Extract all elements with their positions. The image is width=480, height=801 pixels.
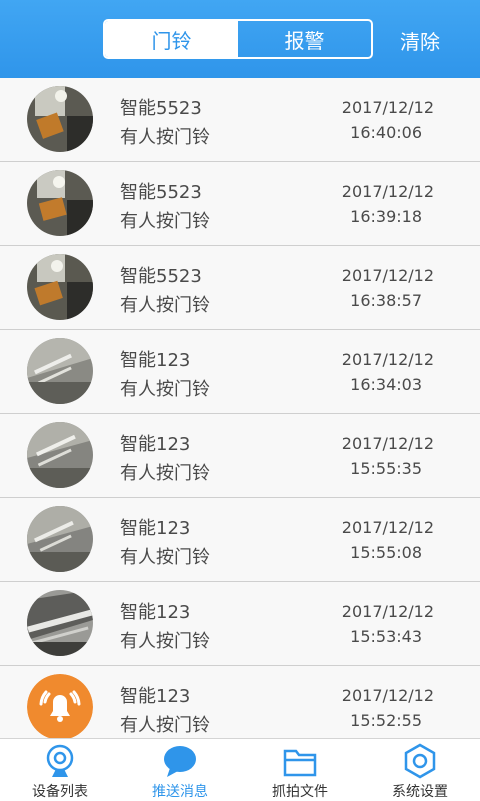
message-text: 有人按门铃: [120, 127, 210, 148]
tab-switcher: 门铃 报警: [103, 19, 373, 59]
message-time: 16:39:18: [350, 207, 422, 226]
message-row[interactable]: 智能123 有人按门铃 2017/12/12 15:55:35: [0, 414, 480, 498]
device-name: 智能123: [120, 686, 191, 707]
message-text: 有人按门铃: [120, 547, 210, 568]
nav-label: 推送消息: [152, 784, 208, 800]
device-name: 智能123: [120, 518, 191, 539]
message-date: 2017/12/12: [341, 350, 434, 369]
nav-device-list[interactable]: 设备列表: [0, 739, 120, 801]
message-text: 有人按门铃: [120, 295, 210, 316]
message-date: 2017/12/12: [341, 98, 434, 117]
device-name: 智能5523: [120, 266, 202, 287]
message-row[interactable]: 智能123 有人按门铃 2017/12/12 16:34:03: [0, 330, 480, 414]
message-time: 15:55:08: [350, 543, 422, 562]
message-text: 有人按门铃: [120, 631, 210, 652]
nav-label: 系统设置: [392, 784, 448, 800]
bottom-nav: 设备列表 推送消息 抓拍文件 系统设置: [0, 738, 480, 801]
message-time: 15:53:43: [350, 627, 422, 646]
message-row[interactable]: 智能123 有人按门铃 2017/12/12 15:55:08: [0, 498, 480, 582]
message-date: 2017/12/12: [341, 518, 434, 537]
message-row[interactable]: 智能5523 有人按门铃 2017/12/12 16:40:06: [0, 78, 480, 162]
message-list: 智能5523 有人按门铃 2017/12/12 16:40:06 智能5523 …: [0, 78, 480, 750]
message-date: 2017/12/12: [341, 266, 434, 285]
message-row[interactable]: 智能5523 有人按门铃 2017/12/12 16:39:18: [0, 162, 480, 246]
snapshot-thumbnail[interactable]: [27, 422, 93, 488]
message-text: 有人按门铃: [120, 379, 210, 400]
clear-button[interactable]: 清除: [400, 26, 440, 55]
folder-icon: [283, 749, 317, 777]
message-date: 2017/12/12: [341, 434, 434, 453]
message-time: 15:55:35: [350, 459, 422, 478]
snapshot-thumbnail[interactable]: [27, 254, 93, 320]
message-row[interactable]: 智能5523 有人按门铃 2017/12/12 16:38:57: [0, 246, 480, 330]
nav-system-settings[interactable]: 系统设置: [360, 739, 480, 801]
chat-bubble-icon: [164, 746, 196, 777]
device-name: 智能5523: [120, 182, 202, 203]
nav-captured-files[interactable]: 抓拍文件: [240, 739, 360, 801]
snapshot-thumbnail[interactable]: [27, 170, 93, 236]
snapshot-thumbnail[interactable]: [27, 86, 93, 152]
top-bar: 门铃 报警 清除: [0, 0, 480, 78]
message-row[interactable]: 智能123 有人按门铃 2017/12/12 15:53:43: [0, 582, 480, 666]
message-time: 16:40:06: [350, 123, 422, 142]
nav-label: 抓拍文件: [272, 784, 328, 800]
nav-push-messages[interactable]: 推送消息: [120, 739, 240, 801]
message-time: 16:38:57: [350, 291, 422, 310]
snapshot-thumbnail[interactable]: [27, 506, 93, 572]
tab-doorbell[interactable]: 门铃: [105, 21, 238, 57]
nav-label: 设备列表: [32, 784, 88, 800]
message-text: 有人按门铃: [120, 211, 210, 232]
message-date: 2017/12/12: [341, 602, 434, 621]
device-name: 智能123: [120, 350, 191, 371]
gear-icon: [404, 743, 436, 779]
device-name: 智能123: [120, 434, 191, 455]
message-date: 2017/12/12: [341, 182, 434, 201]
message-text: 有人按门铃: [120, 463, 210, 484]
bell-thumbnail[interactable]: [27, 674, 93, 740]
snapshot-thumbnail[interactable]: [27, 338, 93, 404]
message-time: 16:34:03: [350, 375, 422, 394]
device-name: 智能5523: [120, 98, 202, 119]
message-time: 15:52:55: [350, 711, 422, 730]
message-text: 有人按门铃: [120, 715, 210, 736]
device-name: 智能123: [120, 602, 191, 623]
tab-alarm[interactable]: 报警: [238, 21, 371, 57]
message-date: 2017/12/12: [341, 686, 434, 705]
snapshot-thumbnail[interactable]: [27, 590, 93, 656]
camera-icon: [46, 744, 74, 777]
